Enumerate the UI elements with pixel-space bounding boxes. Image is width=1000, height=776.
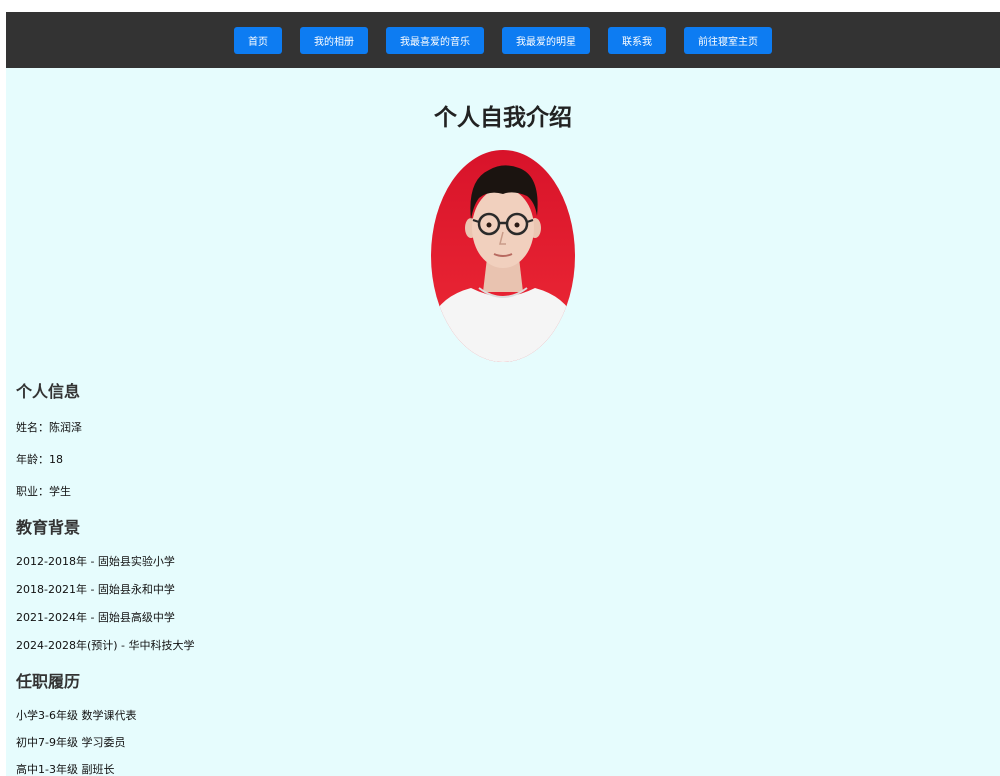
education-heading: 教育背景 [16,518,81,537]
personal-info-name: 姓名：陈润泽 [16,421,82,434]
nav-home-button[interactable]: 首页 [234,26,282,54]
nav-stars-button[interactable]: 我最爱的明星 [502,26,590,54]
education-item: 2024-2028年(预计) - 华中科技大学 [16,639,195,652]
education-item: 2018-2021年 - 固始县永和中学 [16,583,175,596]
profile-photo [431,150,575,362]
nav-music-button[interactable]: 我最喜爱的音乐 [386,26,484,54]
portrait-container [6,150,1000,362]
top-navbar: 首页 我的相册 我最喜爱的音乐 我最爱的明星 联系我 前往寝室主页 [6,12,1000,68]
position-item: 初中7-9年级 学习委员 [16,736,126,749]
position-item: 高中1-3年级 副班长 [16,763,115,776]
education-item: 2021-2024年 - 固始县高级中学 [16,611,175,624]
position-item: 小学3-6年级 数学课代表 [16,709,137,722]
nav-dorm-button[interactable]: 前往寝室主页 [684,26,772,54]
nav-contact-button[interactable]: 联系我 [608,26,666,54]
education-item: 2012-2018年 - 固始县实验小学 [16,555,175,568]
positions-heading: 任职履历 [16,672,81,691]
personal-info-heading: 个人信息 [16,382,81,401]
personal-info-age: 年龄：18 [16,453,63,466]
nav-album-button[interactable]: 我的相册 [300,26,368,54]
profile-photo-illustration [431,150,575,362]
page-title: 个人自我介绍 [434,105,572,131]
page: 首页 我的相册 我最喜爱的音乐 我最爱的明星 联系我 前往寝室主页 个人自我介绍 [6,12,1000,776]
personal-info-job: 职业：学生 [16,485,71,498]
profile-content: 个人信息 姓名：陈润泽 年龄：18 职业：学生 教育背景 2012-2018年 … [6,378,1000,776]
